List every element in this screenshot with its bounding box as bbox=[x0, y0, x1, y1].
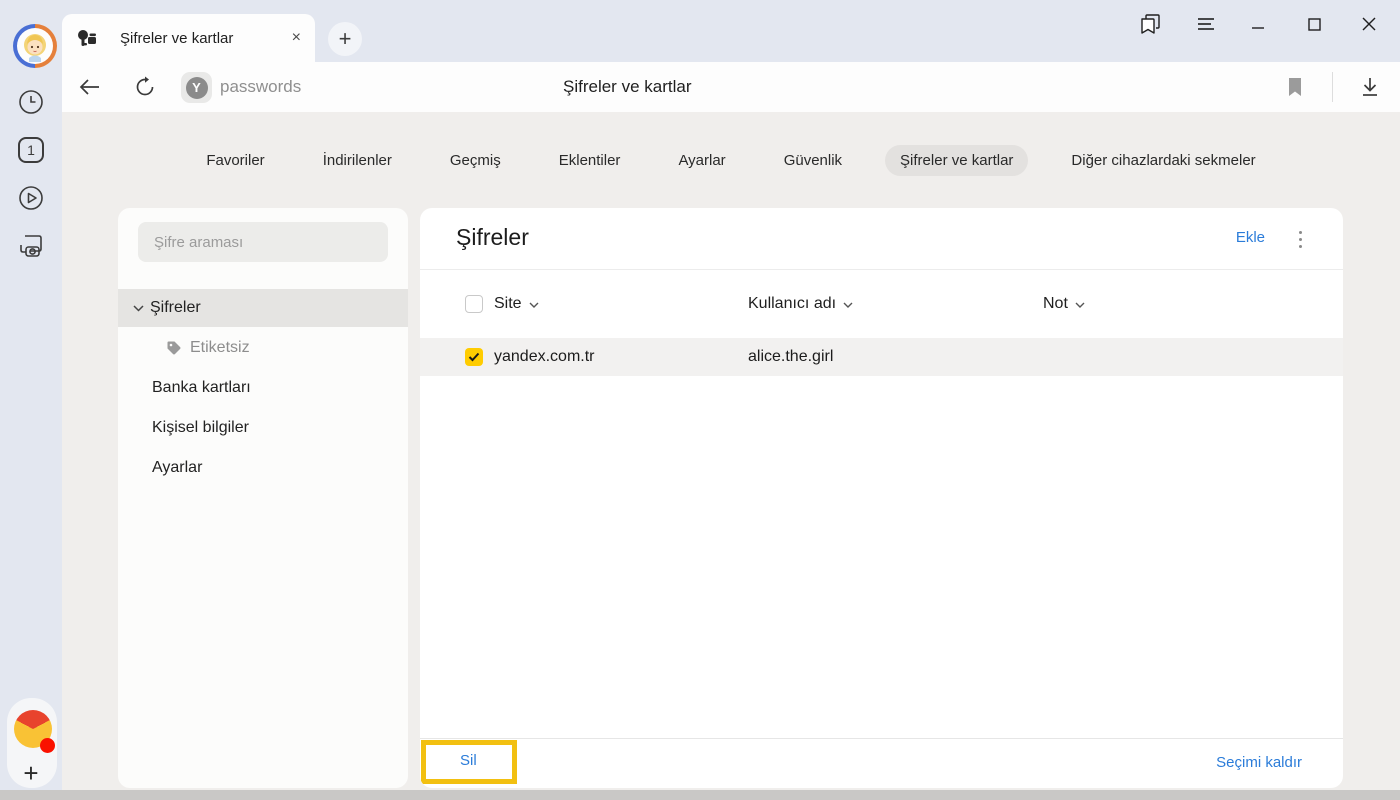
screenshot-icon[interactable] bbox=[0, 230, 62, 260]
nav-guvenlik[interactable]: Güvenlik bbox=[769, 145, 857, 176]
add-password-link[interactable]: Ekle bbox=[1236, 229, 1265, 246]
row-site: yandex.com.tr bbox=[494, 338, 594, 376]
user-avatar[interactable] bbox=[13, 24, 57, 68]
panel-title: Şifreler bbox=[456, 224, 529, 251]
sort-chevron-icon bbox=[843, 302, 853, 308]
password-search-input[interactable] bbox=[138, 222, 388, 262]
plus-icon: + bbox=[339, 26, 352, 52]
downloads-icon[interactable] bbox=[1359, 62, 1381, 112]
minimize-button[interactable] bbox=[1242, 8, 1274, 40]
settings-nav: Favoriler İndirilenler Geçmiş Eklentiler… bbox=[62, 140, 1400, 180]
browser-window: 1 + Şifreler ve kartl bbox=[0, 0, 1400, 800]
tab-close-icon[interactable]: × bbox=[292, 29, 301, 47]
sidebar-item-etiketsiz[interactable]: Etiketsiz bbox=[118, 329, 408, 367]
tag-icon bbox=[166, 340, 182, 356]
nav-ayarlar[interactable]: Ayarlar bbox=[663, 145, 740, 176]
sort-chevron-icon bbox=[529, 302, 539, 308]
rail-add-button[interactable]: + bbox=[0, 758, 62, 789]
tab-count-label: 1 bbox=[27, 142, 35, 158]
sidebar-item-ayarlar[interactable]: Ayarlar bbox=[118, 449, 408, 487]
window-bottom-edge bbox=[0, 790, 1400, 800]
passwords-panel: Şifreler Ekle Site Kullanıcı adı Not bbox=[420, 208, 1343, 788]
table-header: Site Kullanıcı adı Not bbox=[420, 270, 1343, 338]
column-note[interactable]: Not bbox=[1043, 270, 1085, 338]
yandex-y-icon: Y bbox=[186, 77, 208, 99]
history-icon[interactable] bbox=[0, 87, 62, 117]
sidebar-item-banka-kartlari[interactable]: Banka kartları bbox=[118, 369, 408, 407]
side-panels-icon[interactable] bbox=[1134, 8, 1166, 40]
sidebar-rail: 1 + bbox=[0, 0, 62, 790]
address-bar[interactable]: passwords bbox=[220, 62, 301, 112]
avatar-image bbox=[17, 28, 53, 64]
nav-gecmis[interactable]: Geçmiş bbox=[435, 145, 516, 176]
site-badge[interactable]: Y bbox=[181, 72, 212, 103]
password-row[interactable]: yandex.com.tr alice.the.girl bbox=[420, 338, 1343, 376]
notification-dot bbox=[40, 738, 55, 753]
more-options-icon[interactable] bbox=[1291, 226, 1309, 252]
chevron-down-icon bbox=[133, 305, 144, 312]
delete-button[interactable]: Sil bbox=[460, 752, 477, 769]
sort-chevron-icon bbox=[1075, 302, 1085, 308]
check-icon bbox=[468, 352, 480, 362]
column-username[interactable]: Kullanıcı adı bbox=[748, 270, 853, 338]
toolbar-separator bbox=[1332, 72, 1333, 102]
key-icon bbox=[76, 28, 98, 48]
nav-indirilenler[interactable]: İndirilenler bbox=[308, 145, 407, 176]
nav-eklentiler[interactable]: Eklentiler bbox=[544, 145, 636, 176]
reload-icon[interactable] bbox=[134, 62, 156, 112]
bookmark-icon[interactable] bbox=[1286, 62, 1304, 112]
passwords-sidebar: Şifreler Etiketsiz Banka kartları Kişise… bbox=[118, 208, 408, 788]
column-site[interactable]: Site bbox=[494, 270, 539, 338]
sidebar-item-kisisel-bilgiler[interactable]: Kişisel bilgiler bbox=[118, 409, 408, 447]
maximize-button[interactable] bbox=[1298, 8, 1330, 40]
sidebar-item-sifreler[interactable]: Şifreler bbox=[118, 289, 408, 327]
tab-title: Şifreler ve kartlar bbox=[120, 30, 292, 47]
nav-sifreler-ve-kartlar[interactable]: Şifreler ve kartlar bbox=[885, 145, 1028, 176]
page-title: Şifreler ve kartlar bbox=[563, 62, 691, 112]
url-text: passwords bbox=[220, 77, 301, 97]
row-username: alice.the.girl bbox=[748, 338, 833, 376]
panel-header: Şifreler Ekle bbox=[420, 208, 1343, 270]
nav-diger-cihazlar[interactable]: Diğer cihazlardaki sekmeler bbox=[1056, 145, 1270, 176]
select-all-checkbox[interactable] bbox=[465, 295, 483, 313]
close-window-button[interactable] bbox=[1353, 8, 1385, 40]
play-media-icon[interactable] bbox=[0, 183, 62, 213]
browser-tab[interactable]: Şifreler ve kartlar × bbox=[62, 14, 315, 62]
new-tab-button[interactable]: + bbox=[328, 22, 362, 56]
clear-selection-link[interactable]: Seçimi kaldır bbox=[1216, 754, 1302, 771]
back-icon[interactable] bbox=[78, 62, 102, 112]
tab-counter[interactable]: 1 bbox=[0, 137, 62, 163]
panel-footer: Sil Seçimi kaldır bbox=[420, 738, 1343, 788]
nav-favoriler[interactable]: Favoriler bbox=[191, 145, 279, 176]
row-checkbox-checked[interactable] bbox=[465, 348, 483, 366]
menu-icon[interactable] bbox=[1190, 8, 1222, 40]
